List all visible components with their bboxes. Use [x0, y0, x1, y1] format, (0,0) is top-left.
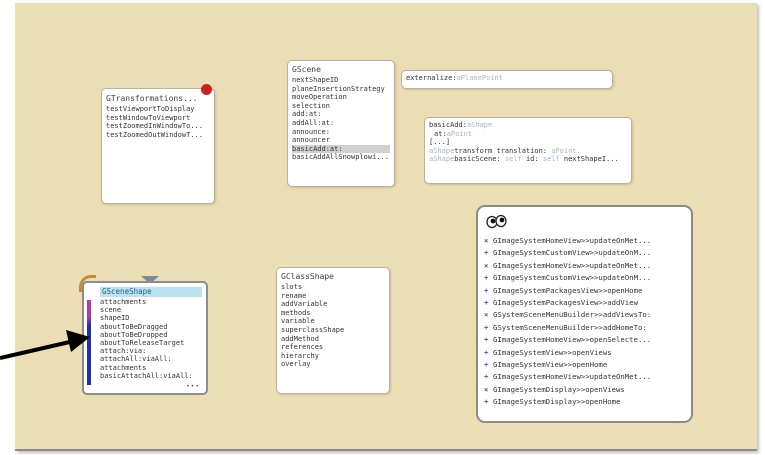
pointer-arrow-icon — [0, 330, 90, 360]
